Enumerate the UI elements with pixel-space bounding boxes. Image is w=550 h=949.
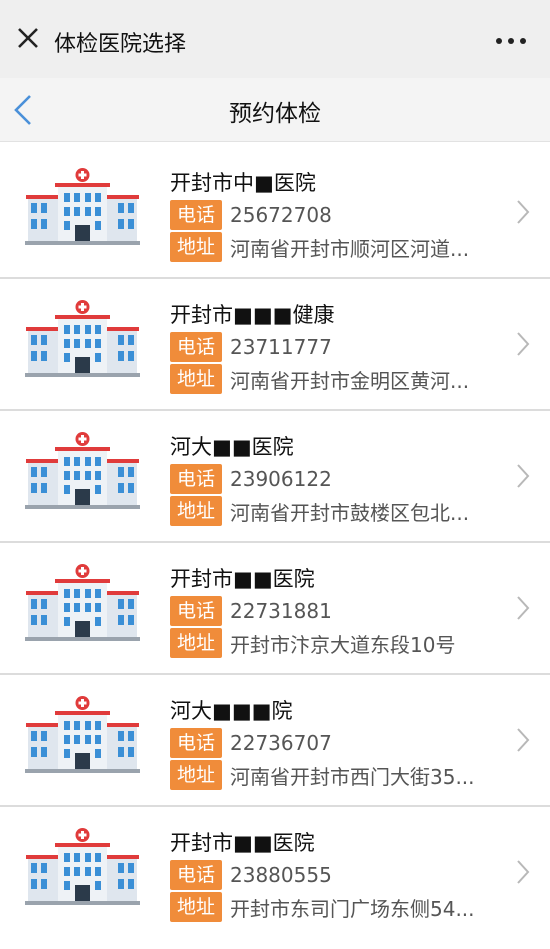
address-text: 河南省开封市顺河区河道... (230, 236, 470, 261)
phone-row: 电话 23711777 (170, 331, 332, 363)
hospital-name: 河大■■医院 (170, 435, 294, 459)
address-text: 河南省开封市鼓楼区包北... (230, 500, 470, 525)
phone-number[interactable]: 23906122 (230, 467, 332, 491)
hospital-icon (25, 564, 140, 641)
hospital-name: 开封市中■医院 (170, 171, 316, 195)
phone-number[interactable]: 23880555 (230, 863, 332, 887)
address-tag: 地址 (170, 760, 222, 790)
window-title: 体检医院选择 (54, 32, 187, 57)
hospital-list-item[interactable]: 开封市■■医院 电话 22731881 地址 开封市汴京大道东段10号 (0, 543, 550, 675)
chevron-right-icon (517, 728, 530, 752)
nav-bar: 预约体检 (0, 78, 550, 142)
hospital-name: 开封市■■■健康 (170, 303, 335, 327)
phone-tag: 电话 (170, 860, 222, 890)
address-row: 地址 开封市汴京大道东段10号 (170, 627, 455, 659)
phone-tag: 电话 (170, 596, 222, 626)
hospital-icon (25, 696, 140, 773)
hospital-list-item[interactable]: 河大■■■院 电话 22736707 地址 河南省开封市西门大街35... (0, 675, 550, 807)
address-tag: 地址 (170, 232, 222, 262)
phone-row: 电话 22731881 (170, 595, 332, 627)
address-tag: 地址 (170, 364, 222, 394)
phone-row: 电话 22736707 (170, 727, 332, 759)
address-tag: 地址 (170, 628, 222, 658)
address-tag: 地址 (170, 892, 222, 922)
page-title: 预约体检 (229, 101, 321, 127)
phone-tag: 电话 (170, 332, 222, 362)
hospital-name: 河大■■■院 (170, 699, 293, 723)
hospital-list-item[interactable]: 河大■■医院 电话 23906122 地址 河南省开封市鼓楼区包北... (0, 411, 550, 543)
address-text: 河南省开封市金明区黄河... (230, 368, 470, 393)
chevron-right-icon (517, 464, 530, 488)
address-text: 河南省开封市西门大街35... (230, 764, 475, 789)
more-dots-icon[interactable] (496, 38, 526, 44)
phone-number[interactable]: 22731881 (230, 599, 332, 623)
hospital-icon (25, 432, 140, 509)
phone-tag: 电话 (170, 200, 222, 230)
phone-tag: 电话 (170, 728, 222, 758)
hospital-icon (25, 300, 140, 377)
close-icon[interactable] (14, 24, 42, 52)
hospital-icon (25, 828, 140, 905)
chevron-right-icon (517, 332, 530, 356)
hospital-list-item[interactable]: 开封市■■■健康 电话 23711777 地址 河南省开封市金明区黄河... (0, 279, 550, 411)
phone-row: 电话 25672708 (170, 199, 332, 231)
window-titlebar: 体检医院选择 (0, 0, 550, 78)
chevron-right-icon (517, 200, 530, 224)
address-row: 地址 河南省开封市顺河区河道... (170, 231, 469, 263)
address-row: 地址 河南省开封市鼓楼区包北... (170, 495, 469, 527)
phone-number[interactable]: 23711777 (230, 335, 332, 359)
phone-row: 电话 23880555 (170, 859, 332, 891)
address-tag: 地址 (170, 496, 222, 526)
hospital-list: 开封市中■医院 电话 25672708 地址 河南省开封市顺河区河道... 开封… (0, 147, 550, 939)
hospital-list-item[interactable]: 开封市中■医院 电话 25672708 地址 河南省开封市顺河区河道... (0, 147, 550, 279)
address-row: 地址 河南省开封市金明区黄河... (170, 363, 469, 395)
phone-tag: 电话 (170, 464, 222, 494)
hospital-list-item[interactable]: 开封市■■医院 电话 23880555 地址 开封市东司门广场东侧54... (0, 807, 550, 939)
phone-number[interactable]: 22736707 (230, 731, 332, 755)
phone-row: 电话 23906122 (170, 463, 332, 495)
chevron-right-icon (517, 860, 530, 884)
address-text: 开封市东司门广场东侧54... (230, 896, 475, 921)
address-text: 开封市汴京大道东段10号 (230, 632, 456, 657)
hospital-name: 开封市■■医院 (170, 831, 315, 855)
hospital-name: 开封市■■医院 (170, 567, 315, 591)
address-row: 地址 河南省开封市西门大街35... (170, 759, 475, 791)
address-row: 地址 开封市东司门广场东侧54... (170, 891, 475, 923)
phone-number[interactable]: 25672708 (230, 203, 332, 227)
hospital-icon (25, 168, 140, 245)
chevron-right-icon (517, 596, 530, 620)
